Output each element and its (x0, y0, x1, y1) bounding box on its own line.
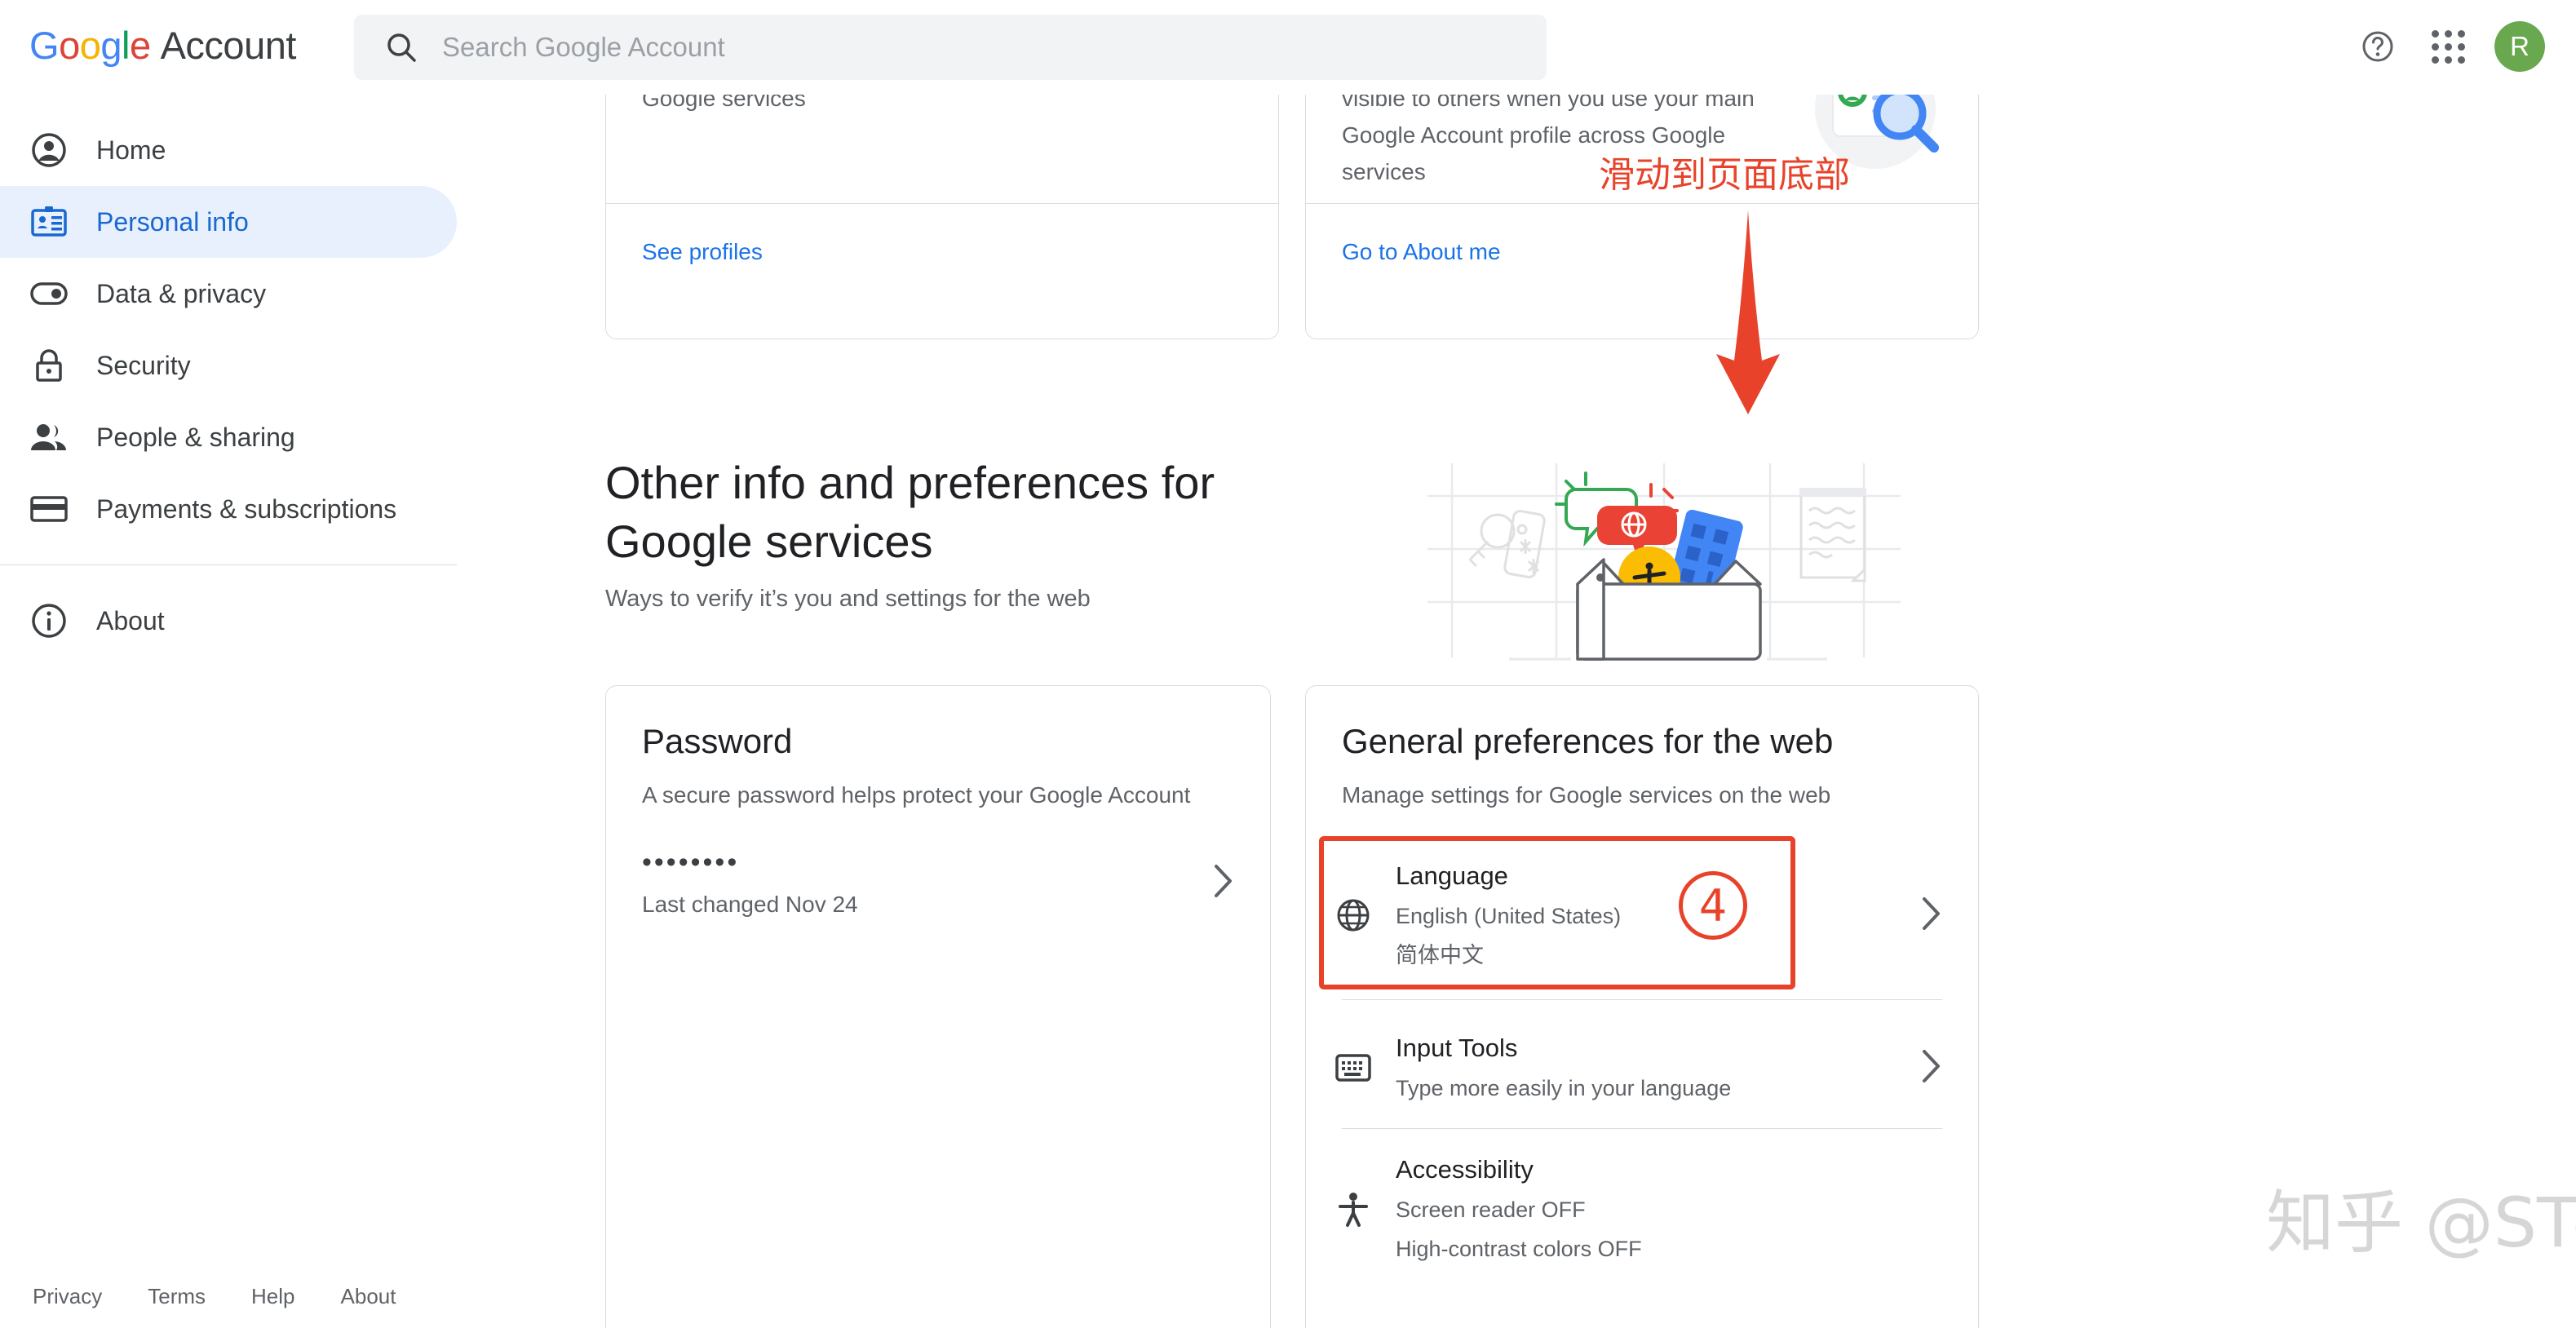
sidebar-label-people-sharing: People & sharing (96, 422, 295, 452)
footer-link-terms[interactable]: Terms (148, 1284, 206, 1309)
section-subtitle: Ways to verify it’s you and settings for… (605, 586, 1091, 612)
pref-line-accessibility-2: High-contrast colors OFF (1396, 1237, 1642, 1261)
chevron-right-icon (1213, 864, 1234, 902)
info-circle-icon (29, 601, 69, 640)
globe-icon (1329, 897, 1378, 933)
scroll-hint-annotation: 滑动到页面底部 (1599, 154, 1850, 196)
sidebar-item-security[interactable]: Security (0, 330, 457, 401)
watermark: 知乎 @ST-Gmail定制 (2266, 1183, 2576, 1263)
search-input[interactable] (442, 24, 1421, 70)
password-card: Password A secure password helps protect… (605, 685, 1271, 1328)
pref-title-input-tools: Input Tools (1396, 1034, 1518, 1062)
sidebar-divider (0, 564, 457, 565)
pref-line-accessibility-1: Screen reader OFF (1396, 1197, 1586, 1222)
sidebar-label-payments: Payments & subscriptions (96, 494, 397, 524)
step-number-annotation: 4 (1679, 871, 1747, 940)
avatar[interactable]: R (2494, 21, 2545, 72)
search-icon (385, 31, 418, 64)
password-card-subtitle: A secure password helps protect your Goo… (642, 782, 1191, 808)
row-divider (1342, 1128, 1942, 1129)
row-divider (1342, 999, 1942, 1000)
id-card-icon (29, 202, 69, 241)
footer-link-about[interactable]: About (341, 1284, 396, 1309)
header: GoogleAccount R (0, 0, 2576, 95)
pref-line-language-2: 简体中文 (1396, 943, 1484, 967)
password-row[interactable]: •••••••• Last changed Nov 24 (606, 830, 1270, 944)
brand-account-word: Account (160, 24, 297, 67)
pref-row-input-tools[interactable]: Input Tools Type more easily in your lan… (1306, 1011, 1978, 1125)
toggle-switch-icon (29, 274, 69, 313)
see-profiles-link[interactable]: See profiles (642, 239, 763, 265)
pref-line-input-tools-1: Type more easily in your language (1396, 1076, 1732, 1100)
person-circle-icon (29, 131, 69, 170)
sidebar: Home Personal info Data & privacy Securi… (0, 95, 457, 1328)
accessibility-icon (1329, 1190, 1378, 1228)
password-masked-value: •••••••• (642, 847, 740, 878)
keyboard-icon (1329, 1051, 1378, 1084)
sidebar-item-people-sharing[interactable]: People & sharing (0, 401, 457, 473)
sidebar-label-home: Home (96, 135, 166, 165)
card-divider (606, 203, 1278, 204)
card-divider (1306, 203, 1978, 204)
credit-card-icon (29, 489, 69, 529)
search-bar[interactable] (354, 15, 1547, 80)
chevron-right-icon (1921, 1049, 1942, 1087)
pref-title-language: Language (1396, 861, 1508, 890)
main-content: at others see See how your different pro… (457, 0, 2576, 1328)
pref-row-language[interactable]: Language English (United States) 简体中文 (1306, 846, 1978, 985)
chevron-right-icon (1921, 896, 1942, 935)
prefs-card-title: General preferences for the web (1342, 722, 1834, 760)
sidebar-label-about: About (96, 605, 165, 635)
section-title: Other info and preferences for Google se… (605, 457, 1215, 567)
apps-grid-icon[interactable] (2424, 23, 2472, 70)
sidebar-item-data-privacy[interactable]: Data & privacy (0, 258, 457, 330)
footer-link-help[interactable]: Help (251, 1284, 294, 1309)
down-arrow-annotation (1711, 210, 1785, 418)
sidebar-label-personal-info: Personal info (96, 206, 249, 237)
pref-title-accessibility: Accessibility (1396, 1155, 1534, 1184)
lock-icon (29, 346, 69, 385)
password-card-title: Password (642, 722, 793, 760)
footer: Privacy Terms Help About (0, 1264, 457, 1328)
password-last-changed: Last changed Nov 24 (642, 892, 858, 917)
help-circle-icon[interactable] (2354, 23, 2401, 70)
sidebar-item-about[interactable]: About (0, 585, 457, 657)
sidebar-label-data-privacy: Data & privacy (96, 278, 267, 308)
pref-line-language-1: English (United States) (1396, 904, 1622, 928)
sidebar-item-personal-info[interactable]: Personal info (0, 186, 457, 258)
sidebar-item-home[interactable]: Home (0, 114, 457, 186)
pref-row-accessibility[interactable]: Accessibility Screen reader OFF High-con… (1306, 1140, 1978, 1278)
box-with-items-illustration (1419, 447, 1909, 667)
prefs-card-subtitle: Manage settings for Google services on t… (1342, 782, 1831, 808)
sidebar-label-security: Security (96, 350, 191, 380)
general-preferences-card: General preferences for the web Manage s… (1305, 685, 1979, 1328)
people-icon (29, 418, 69, 457)
footer-link-privacy[interactable]: Privacy (33, 1284, 102, 1309)
go-to-about-me-link[interactable]: Go to About me (1342, 239, 1501, 265)
google-account-logo[interactable]: Google Account (29, 23, 296, 69)
sidebar-item-payments[interactable]: Payments & subscriptions (0, 473, 457, 545)
